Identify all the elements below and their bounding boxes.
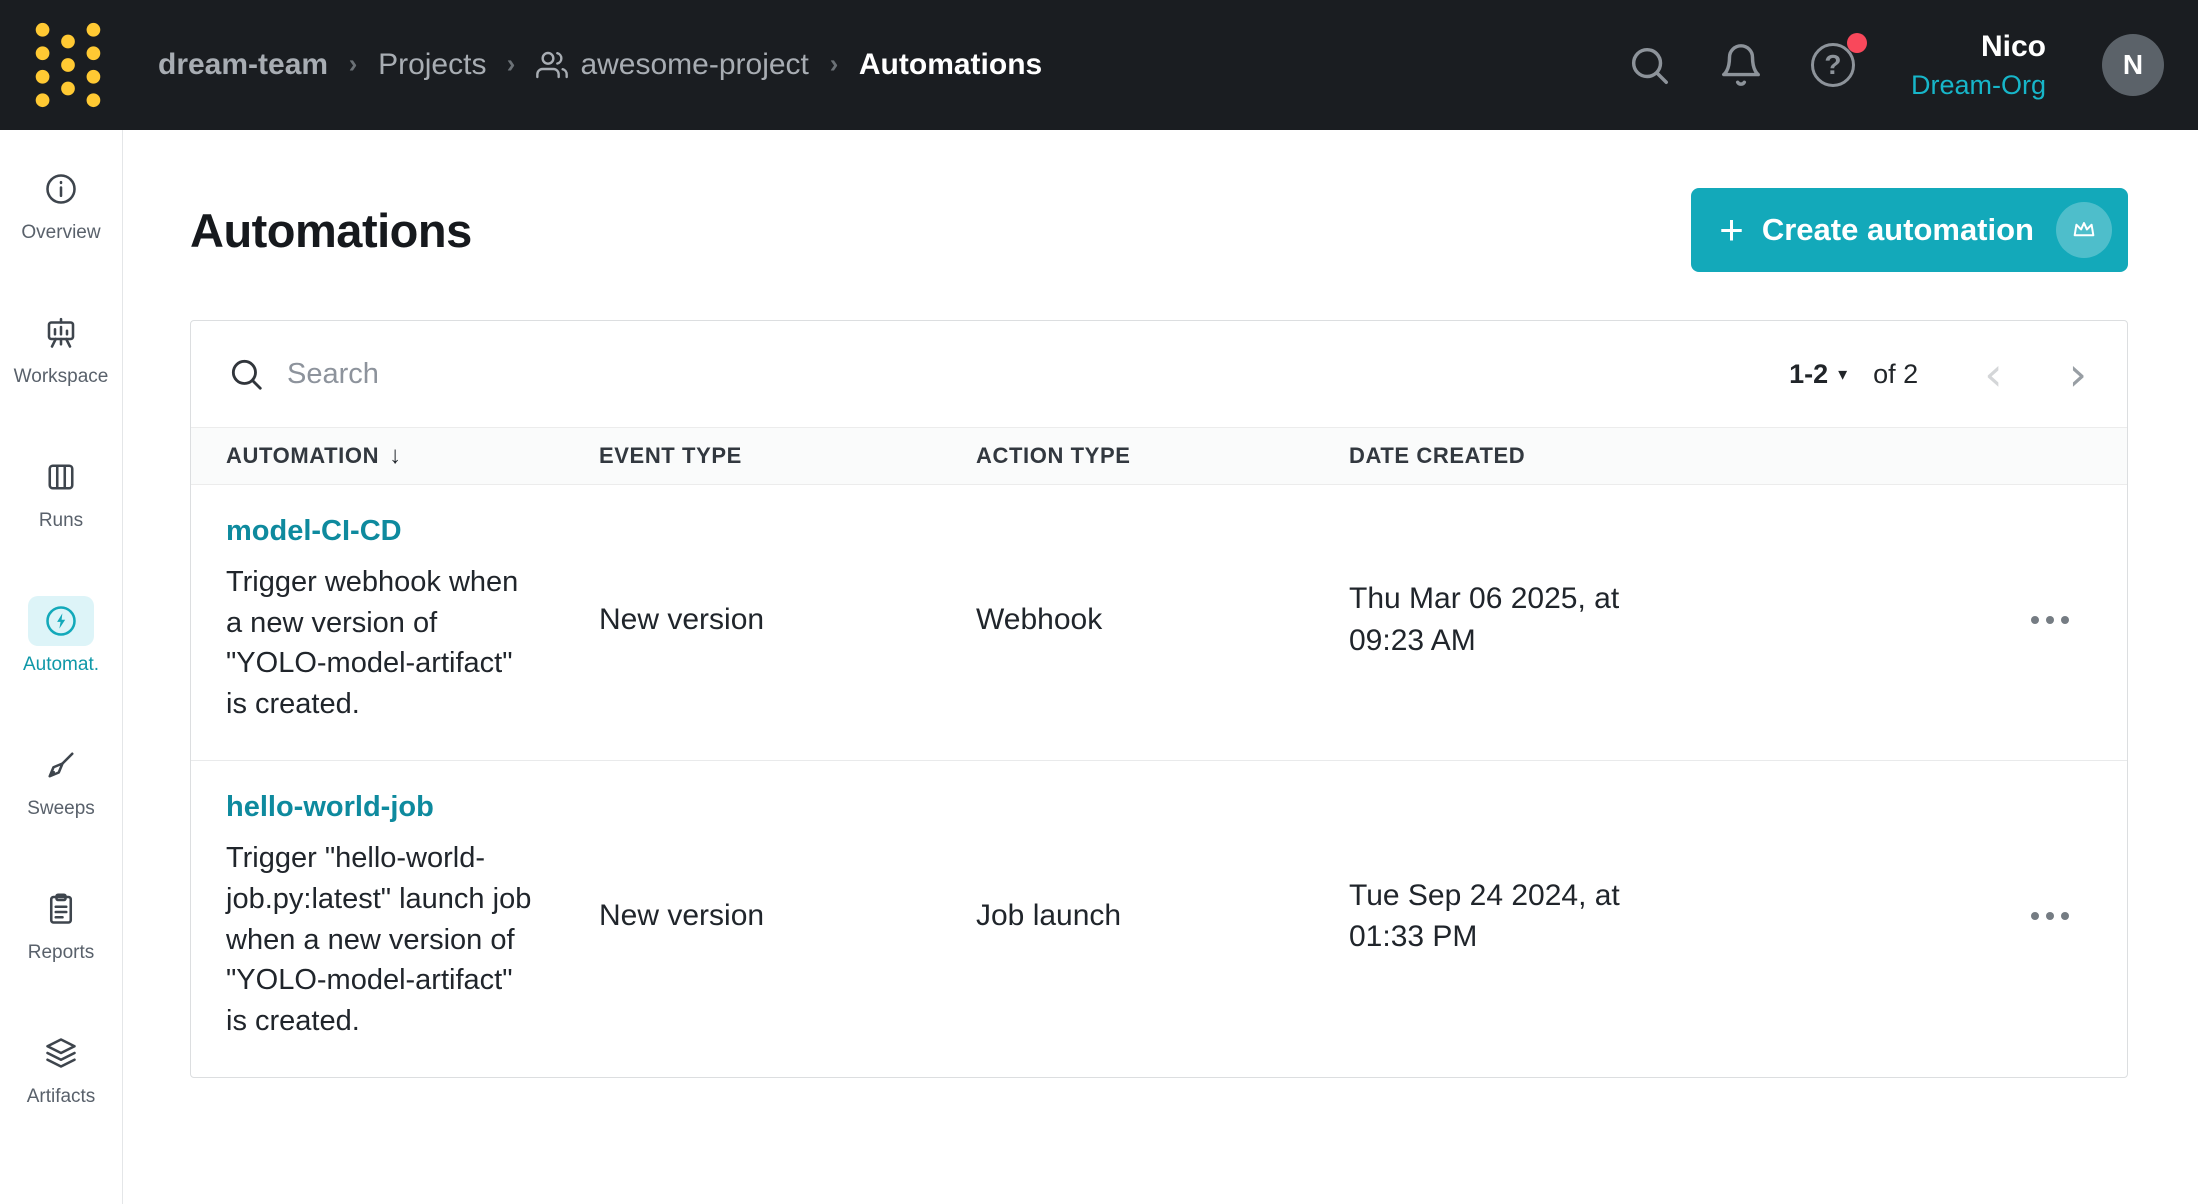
event-type-cell: New version <box>599 899 976 933</box>
chevron-right-separator-icon: › <box>830 51 839 80</box>
breadcrumb: dream-team › Projects › awesome-project … <box>158 48 1042 82</box>
page-header: Automations + Create automation <box>190 188 2128 272</box>
sweeps-broom-icon <box>28 740 94 790</box>
sidebar-item-sweeps[interactable]: Sweeps <box>0 740 122 820</box>
automation-cell: hello-world-job Trigger "hello-world-job… <box>191 791 599 1041</box>
sort-desc-icon: ↓ <box>389 442 402 470</box>
sidebar-item-label: Automat. <box>23 654 99 676</box>
sidebar-item-automations[interactable]: Automat. <box>0 596 122 676</box>
sidebar-item-label: Overview <box>21 222 100 244</box>
project-sidebar: Overview Workspace Runs <box>0 130 123 1204</box>
breadcrumb-projects[interactable]: Projects <box>378 48 486 82</box>
breadcrumb-project-label: awesome-project <box>580 48 808 82</box>
row-overflow-menu-icon[interactable] <box>2031 912 2127 920</box>
workspace-easel-icon <box>28 308 94 358</box>
page-size-dropdown[interactable]: 1-2 ▾ <box>1789 359 1847 390</box>
create-automation-label: Create automation <box>1762 212 2034 248</box>
automation-description: Trigger "hello-world-job.py:latest" laun… <box>226 838 538 1041</box>
table-row: model-CI-CD Trigger webhook when a new v… <box>191 485 2127 761</box>
automation-name-link[interactable]: hello-world-job <box>226 791 434 824</box>
event-type-cell: New version <box>599 603 976 637</box>
plus-icon: + <box>1719 209 1744 251</box>
date-created-cell: Thu Mar 06 2025, at 09:23 AM <box>1349 578 1679 661</box>
automation-description: Trigger webhook when a new version of "Y… <box>226 562 538 724</box>
action-type-cell: Job launch <box>976 899 1349 933</box>
question-mark-icon: ? <box>1811 43 1855 87</box>
info-icon <box>28 164 94 214</box>
sidebar-item-overview[interactable]: Overview <box>0 164 122 244</box>
page-title: Automations <box>190 203 472 258</box>
breadcrumb-team[interactable]: dream-team <box>158 48 328 82</box>
previous-page-icon[interactable]: ‹ <box>1984 351 2002 397</box>
sidebar-item-label: Sweeps <box>27 798 95 820</box>
column-header-label: AUTOMATION <box>226 443 379 469</box>
sidebar-item-label: Reports <box>28 942 95 964</box>
pagination-range: 1-2 <box>1789 359 1828 390</box>
sidebar-item-runs[interactable]: Runs <box>0 452 122 532</box>
column-header-event-type[interactable]: EVENT TYPE <box>599 443 976 469</box>
breadcrumb-project[interactable]: awesome-project <box>536 48 808 82</box>
user-menu[interactable]: Nico Dream-Org <box>1911 29 2046 101</box>
user-org: Dream-Org <box>1911 69 2046 101</box>
sidebar-item-label: Runs <box>39 510 83 532</box>
pagination: 1-2 ▾ of 2 ‹ › <box>1789 351 2087 397</box>
sidebar-item-artifacts[interactable]: Artifacts <box>0 1028 122 1108</box>
column-header-action-type[interactable]: ACTION TYPE <box>976 443 1349 469</box>
automation-name-link[interactable]: model-CI-CD <box>226 515 402 548</box>
column-header-automation[interactable]: AUTOMATION ↓ <box>191 442 599 470</box>
search-icon[interactable] <box>1625 41 1673 89</box>
sidebar-item-label: Workspace <box>14 366 109 388</box>
automations-card: 1-2 ▾ of 2 ‹ › AUTOMATION ↓ EVENT TYPE A… <box>190 320 2128 1078</box>
breadcrumb-current-page: Automations <box>859 48 1042 82</box>
user-name: Nico <box>1911 29 2046 65</box>
avatar[interactable]: N <box>2102 34 2164 96</box>
main-content: Automations + Create automation 1-2 <box>123 130 2198 1204</box>
sidebar-item-reports[interactable]: Reports <box>0 884 122 964</box>
action-type-cell: Webhook <box>976 603 1349 637</box>
chevron-right-separator-icon: › <box>507 51 516 80</box>
avatar-initial: N <box>2123 49 2143 81</box>
search-icon <box>227 355 265 393</box>
search-input[interactable] <box>287 358 1789 391</box>
table-toolbar: 1-2 ▾ of 2 ‹ › <box>191 321 2127 427</box>
next-page-icon[interactable]: › <box>2069 351 2087 397</box>
caret-down-icon: ▾ <box>1838 364 1847 385</box>
artifacts-layers-icon <box>28 1028 94 1078</box>
top-navbar: dream-team › Projects › awesome-project … <box>0 0 2198 130</box>
table-header-row: AUTOMATION ↓ EVENT TYPE ACTION TYPE DATE… <box>191 427 2127 485</box>
reports-clipboard-icon <box>28 884 94 934</box>
topbar-actions: ? Nico Dream-Org N <box>1625 29 2164 101</box>
help-icon[interactable]: ? <box>1809 41 1857 89</box>
runs-table-icon <box>28 452 94 502</box>
chevron-right-separator-icon: › <box>349 51 358 80</box>
notification-dot <box>1847 33 1867 53</box>
search-bar <box>227 355 1789 393</box>
automation-cell: model-CI-CD Trigger webhook when a new v… <box>191 515 599 724</box>
row-overflow-menu-icon[interactable] <box>2031 616 2127 624</box>
table-row: hello-world-job Trigger "hello-world-job… <box>191 761 2127 1077</box>
sidebar-item-workspace[interactable]: Workspace <box>0 308 122 388</box>
column-header-date-created[interactable]: DATE CREATED <box>1349 443 1869 469</box>
wandb-logo-icon[interactable] <box>30 18 106 112</box>
bell-icon[interactable] <box>1717 41 1765 89</box>
pagination-total: of 2 <box>1873 359 1918 390</box>
date-created-cell: Tue Sep 24 2024, at 01:33 PM <box>1349 875 1679 958</box>
create-automation-button[interactable]: + Create automation <box>1691 188 2128 272</box>
premium-crown-icon <box>2056 202 2112 258</box>
team-users-icon <box>536 49 568 81</box>
sidebar-item-label: Artifacts <box>27 1086 96 1108</box>
automations-bolt-icon <box>28 596 94 646</box>
